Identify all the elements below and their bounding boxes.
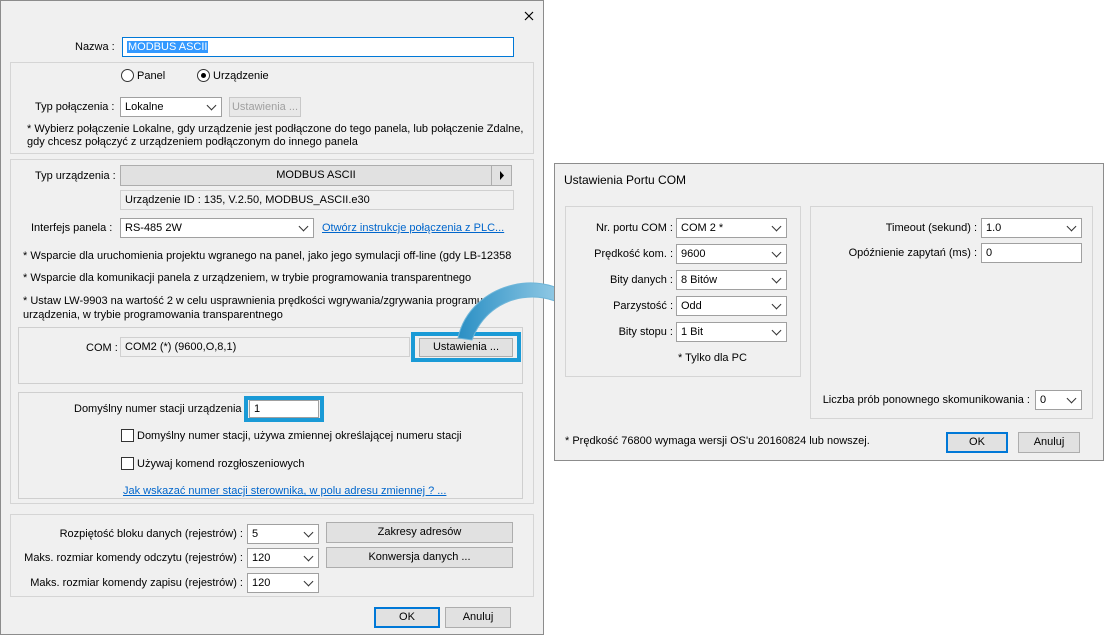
com-value: COM2 (*) (9600,O,8,1): [120, 337, 410, 357]
interfejs-value: RS-485 2W: [125, 222, 182, 234]
read-value: 120: [252, 552, 271, 564]
checkbox-broadcast-label: Używaj komend rozgłoszeniowych: [137, 458, 305, 470]
note-lw9903-line1: * Ustaw LW-9903 na wartość 2 w celu uspr…: [23, 295, 483, 307]
chevron-down-icon: [298, 221, 309, 232]
checkbox-station-variable-label: Domyślny numer stacji, używa zmiennej ok…: [137, 430, 462, 442]
ustawienia-disabled-button[interactable]: Ustawienia ...: [229, 97, 301, 117]
com-dialog-title: Ustawienia Portu COM: [564, 173, 687, 187]
note-lw9903-line2: urządzenia, w trybie programowania trans…: [23, 309, 283, 321]
block-select[interactable]: 5: [247, 524, 319, 544]
retry-value: 0: [1040, 394, 1047, 406]
com-cancel-button[interactable]: Anuluj: [1018, 432, 1080, 453]
databits-value: 8 Bitów: [681, 274, 718, 286]
checkbox-broadcast[interactable]: [121, 457, 134, 470]
chevron-down-icon: [303, 551, 314, 562]
close-icon[interactable]: [520, 7, 538, 25]
retry-label: Liczba prób ponownego skomunikowania :: [822, 394, 1030, 406]
typ-urzadzenia-label: Typ urządzenia :: [35, 170, 116, 182]
com-ok-button[interactable]: OK: [946, 432, 1008, 453]
port-label: Nr. portu COM :: [595, 222, 673, 234]
radio-panel-label: Panel: [137, 70, 166, 82]
chevron-down-icon: [771, 325, 782, 336]
station-value: 1: [254, 403, 261, 415]
chevron-down-icon: [303, 527, 314, 538]
read-select[interactable]: 120: [247, 548, 319, 568]
databits-select[interactable]: 8 Bitów: [676, 270, 787, 290]
typ-polaczenia-select[interactable]: Lokalne: [120, 97, 222, 117]
block-label: Rozpiętość bloku danych (rejestrów) :: [59, 528, 243, 540]
chevron-down-icon: [303, 576, 314, 587]
write-value: 120: [252, 577, 271, 589]
typ-polaczenia-label: Typ połączenia :: [35, 101, 115, 113]
baud-label: Prędkość kom. :: [594, 248, 673, 260]
chevron-down-icon: [771, 247, 782, 258]
chevron-down-icon: [771, 299, 782, 310]
typ-polaczenia-value: Lokalne: [125, 101, 164, 113]
write-label: Maks. rozmiar komendy zapisu (rejestrów)…: [30, 577, 243, 589]
nazwa-input[interactable]: MODBUS ASCII: [122, 37, 514, 57]
checkbox-station-variable[interactable]: [121, 429, 134, 442]
com-settings-dialog: Ustawienia Portu COM Nr. portu COM : COM…: [554, 163, 1104, 461]
station-input[interactable]: 1: [249, 400, 319, 418]
retry-select[interactable]: 0: [1035, 390, 1082, 410]
read-label: Maks. rozmiar komendy odczytu (rejestrów…: [24, 552, 243, 564]
typ-urzadzenia-button[interactable]: MODBUS ASCII: [120, 165, 512, 186]
device-id: Urządzenie ID : 135, V.2.50, MODBUS_ASCI…: [120, 190, 514, 210]
konwersja-button[interactable]: Konwersja danych ...: [326, 547, 513, 568]
ok-button[interactable]: OK: [374, 607, 440, 628]
parity-value: Odd: [681, 300, 702, 312]
timeout-select[interactable]: 1.0: [981, 218, 1082, 238]
interfejs-select[interactable]: RS-485 2W: [120, 218, 314, 238]
write-select[interactable]: 120: [247, 573, 319, 593]
radio-urzadzenie-label: Urządzenie: [213, 70, 269, 82]
typ-urzadzenia-value: MODBUS ASCII: [276, 169, 356, 181]
delay-input[interactable]: 0: [981, 243, 1082, 263]
nazwa-label: Nazwa :: [75, 41, 115, 53]
port-value: COM 2 *: [681, 222, 724, 234]
chevron-down-icon: [1066, 393, 1077, 404]
radio-urzadzenie[interactable]: [197, 69, 210, 82]
delay-value: 0: [986, 247, 993, 259]
timeout-value: 1.0: [986, 222, 1002, 234]
chevron-down-icon: [1066, 221, 1077, 232]
chevron-down-icon: [771, 221, 782, 232]
triangle-right-icon: [491, 166, 511, 185]
timeout-label: Timeout (sekund) :: [885, 222, 977, 234]
parity-label: Parzystość :: [613, 300, 673, 312]
cancel-button[interactable]: Anuluj: [445, 607, 511, 628]
note-transparent: * Wsparcie dla komunikacji panela z urzą…: [23, 272, 472, 284]
delay-label: Opóźnienie zapytań (ms) :: [848, 247, 977, 259]
zakresy-button[interactable]: Zakresy adresów: [326, 522, 513, 543]
chevron-down-icon: [771, 273, 782, 284]
baud-select[interactable]: 9600: [676, 244, 787, 264]
radio-panel[interactable]: [121, 69, 134, 82]
stopbits-value: 1 Bit: [681, 326, 704, 338]
chevron-down-icon: [206, 100, 217, 111]
stopbits-label: Bity stopu :: [618, 326, 673, 338]
pc-only-note: * Tylko dla PC: [678, 352, 747, 364]
com-label: COM :: [86, 342, 118, 354]
databits-label: Bity danych :: [610, 274, 673, 286]
parity-select[interactable]: Odd: [676, 296, 787, 316]
stopbits-select[interactable]: 1 Bit: [676, 322, 787, 342]
instrukcje-link[interactable]: Otwórz instrukcje połączenia z PLC...: [322, 221, 504, 235]
station-label: Domyślny numer stacji urządzenia :: [74, 403, 248, 415]
interfejs-label: Interfejs panela :: [31, 222, 113, 234]
station-help-link[interactable]: Jak wskazać numer stacji sterownika, w p…: [123, 484, 446, 498]
nazwa-value: MODBUS ASCII: [127, 41, 209, 53]
port-select[interactable]: COM 2 *: [676, 218, 787, 238]
note-simulation: * Wsparcie dla uruchomienia projektu wgr…: [23, 250, 512, 262]
baud-requirement-note: * Prędkość 76800 wymaga wersji OS'u 2016…: [565, 435, 870, 447]
block-value: 5: [252, 528, 259, 540]
baud-value: 9600: [681, 248, 706, 260]
connection-note: * Wybierz połączenie Lokalne, gdy urządz…: [27, 123, 524, 148]
